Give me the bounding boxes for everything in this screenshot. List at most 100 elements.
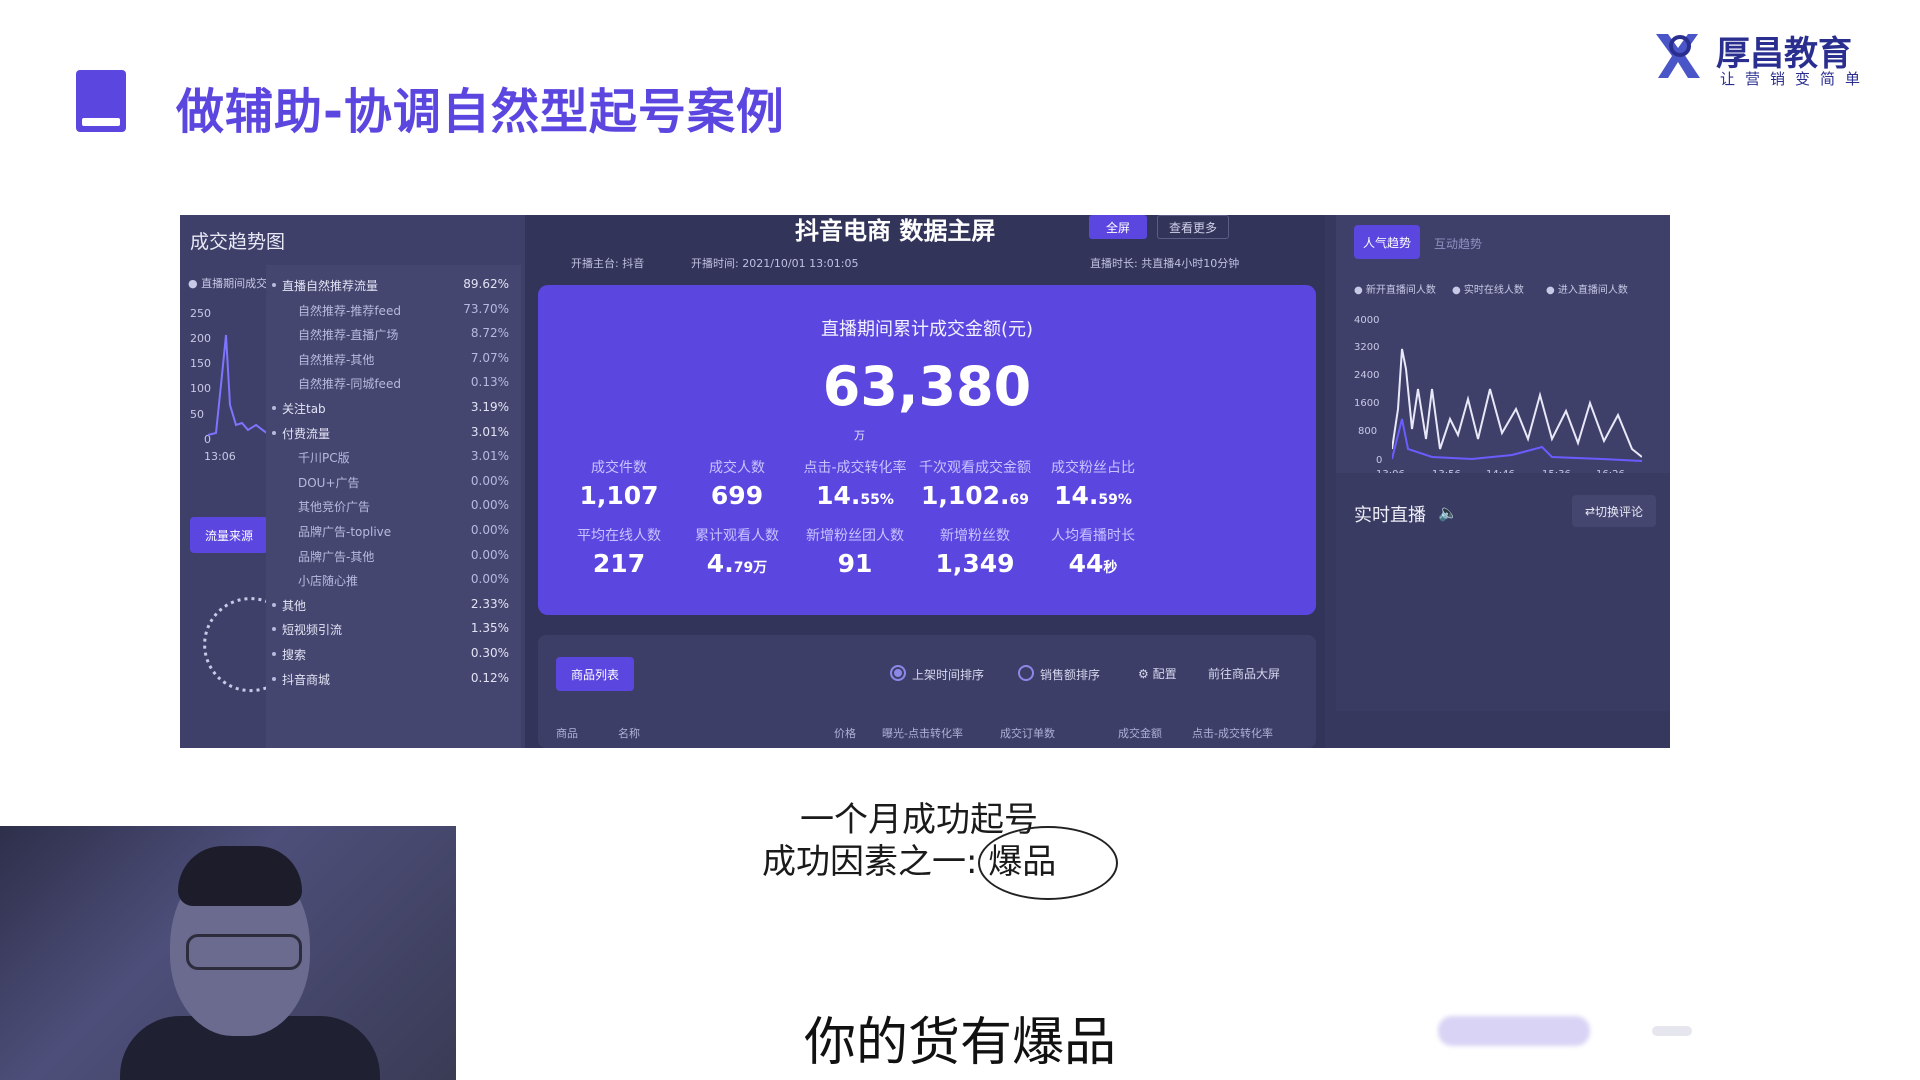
bullet-icon (272, 406, 276, 410)
bullet-icon (272, 283, 276, 287)
bullet-icon (272, 430, 276, 435)
traffic-row: 短视频引流 1.35% (266, 617, 521, 641)
traffic-row: 自然推荐-其他 7.07% (266, 347, 521, 371)
column-header: 价格 (834, 727, 856, 740)
total-revenue-unit: 万 (854, 429, 865, 442)
traffic-label: 其他 (282, 598, 307, 613)
y-tick: 1600 (1354, 398, 1380, 409)
bullet-icon (272, 676, 276, 681)
column-header: 商品 (556, 727, 578, 740)
traffic-label: 关注tab (282, 402, 326, 416)
traffic-value: 0.00% (470, 547, 509, 562)
traffic-label: 品牌广告-其他 (298, 549, 375, 564)
traffic-row: 其他竞价广告 0.00% (266, 494, 521, 518)
goods-list-panel: 商品列表 上架时间排序 销售额排序 ⚙ 配置 前往商品大屏 商品 名称 价格 曝… (538, 635, 1316, 748)
stat-label: 成交粉丝占比 (1051, 460, 1135, 476)
traffic-label: 自然推荐-推荐feed (298, 303, 401, 318)
traffic-value: 1.35% (470, 621, 509, 636)
duration-meta: 直播时长: 共直播4小时10分钟 (1090, 257, 1240, 270)
bullet-icon (272, 627, 276, 632)
traffic-value: 89.62% (463, 277, 509, 291)
traffic-label: 小店随心推 (298, 574, 359, 589)
y-tick: 2400 (1354, 370, 1380, 381)
traffic-value: 0.00% (470, 523, 509, 537)
revenue-card: 直播期间累计成交金额(元) 63,380 万 成交件数 1,107 成交人数 699 点… (538, 285, 1316, 615)
column-header: 成交订单数 (1000, 727, 1055, 740)
traffic-row: 关注tab 3.19% (266, 396, 521, 420)
switch-comments-button[interactable]: ⇄ 切换评论 (1572, 495, 1656, 527)
logo-mark-icon (1656, 34, 1700, 78)
traffic-row: 小店随心推 0.00% (266, 568, 521, 592)
traffic-value: 0.12% (470, 670, 509, 685)
trend-legend: ● 直播期间成交 (188, 277, 268, 290)
traffic-source-list: 直播自然推荐流量 89.62% 自然推荐-推荐feed 73.70% 自然推荐-直播广场… (266, 265, 521, 748)
traffic-label: 付费流量 (282, 426, 331, 441)
legend-item: ● 进入直播间人数 (1546, 285, 1628, 296)
watermark-blur (1438, 1016, 1590, 1046)
traffic-row: 付费流量 3.01% (266, 421, 521, 445)
anchor-meta: 开播主台: 抖音 (571, 257, 645, 270)
traffic-label: 品牌广告-toplive (298, 525, 392, 539)
column-header: 成交金额 (1118, 727, 1162, 740)
y-tick: 50 (190, 408, 204, 421)
legend-item: ● 新开直播间人数 (1354, 285, 1436, 296)
trend-panel: 成交趋势图 ● 直播期间成交 250 200 150 100 50 0 13:0… (180, 215, 525, 748)
stat-value: 44秒 (1068, 549, 1118, 578)
popularity-trend-lines (1392, 348, 1642, 462)
stat-value: 14.59% (1054, 481, 1132, 510)
traffic-label: 其他竞价广告 (298, 500, 371, 515)
config-button[interactable]: ⚙ 配置 (1138, 665, 1177, 682)
traffic-label: 自然推荐-直播广场 (298, 328, 399, 343)
traffic-label: 短视频引流 (282, 623, 343, 638)
traffic-row: DOU+广告 0.00% (266, 470, 521, 494)
y-tick: 800 (1358, 426, 1378, 437)
traffic-value: 0.13% (470, 375, 509, 390)
brand-tagline: 让营销变简单 (1720, 70, 1871, 88)
goods-screen-link[interactable]: 前往商品大屏 (1208, 665, 1280, 682)
traffic-row: 其他 2.33% (266, 593, 521, 617)
traffic-source-button[interactable]: 流量来源 (190, 517, 268, 553)
traffic-row: 自然推荐-直播广场 8.72% (266, 322, 521, 346)
column-header: 点击-成交转化率 (1192, 727, 1273, 740)
sort-by-listing-time[interactable]: 上架时间排序 (890, 665, 984, 683)
traffic-row: 直播自然推荐流量 89.62% (266, 273, 521, 297)
annotation-circle (978, 826, 1118, 900)
traffic-row: 自然推荐-同城feed 0.13% (266, 371, 521, 395)
traffic-label: 抖音商城 (282, 672, 331, 687)
traffic-row: 搜索 0.30% (266, 642, 521, 666)
stat-label: 人均看播时长 (1051, 528, 1135, 544)
video-subtitle: 你的货有爆品 (803, 1013, 1116, 1073)
column-header: 名称 (618, 727, 640, 740)
live-stream-panel: 实时直播 🔈 ⇄ 切换评论 (1336, 473, 1670, 711)
dashboard-brand: 抖音电商 数据主屏 (795, 217, 996, 245)
tab-interaction-trend[interactable]: 互动趋势 (1434, 235, 1482, 252)
traffic-row: 抖音商城 0.12% (266, 667, 521, 691)
fullscreen-button[interactable]: 全屏 (1089, 215, 1147, 239)
traffic-value: 3.19% (470, 400, 509, 414)
mute-icon[interactable]: 🔈 (1438, 503, 1458, 522)
watermark-blur (1652, 1026, 1692, 1036)
tab-popularity-trend[interactable]: 人气趋势 (1354, 225, 1420, 259)
live-stream-title: 实时直播 (1354, 505, 1426, 526)
traffic-row: 品牌广告-toplive 0.00% (266, 519, 521, 543)
traffic-value: 3.01% (470, 449, 509, 464)
sort-by-sales[interactable]: 销售额排序 (1018, 665, 1100, 683)
tab-goods-list[interactable]: 商品列表 (556, 657, 634, 691)
stat-item: 人均看播时长 44秒 (1018, 525, 1168, 578)
y-tick: 0 (1376, 455, 1383, 466)
sales-trend-line (207, 334, 271, 436)
traffic-value: 0.00% (470, 473, 509, 488)
presenter-hair (178, 846, 302, 906)
stat-item: 成交粉丝占比 14.59% (1018, 457, 1168, 510)
column-header: 曝光-点击转化率 (882, 727, 963, 740)
legend-item: ● 实时在线人数 (1452, 285, 1524, 296)
book-icon (76, 70, 126, 132)
traffic-value: 7.07% (470, 350, 509, 365)
traffic-label: 搜索 (282, 648, 307, 662)
view-more-button[interactable]: 查看更多 (1157, 215, 1229, 239)
start-time-meta: 开播时间: 2021/10/01 13:01:05 (691, 257, 859, 270)
bullet-icon (272, 602, 276, 607)
brand-logo: 厚昌教育 让营销变简单 (1650, 24, 1870, 88)
traffic-value: 2.33% (470, 596, 509, 611)
total-revenue: 63,380 (822, 355, 1032, 418)
